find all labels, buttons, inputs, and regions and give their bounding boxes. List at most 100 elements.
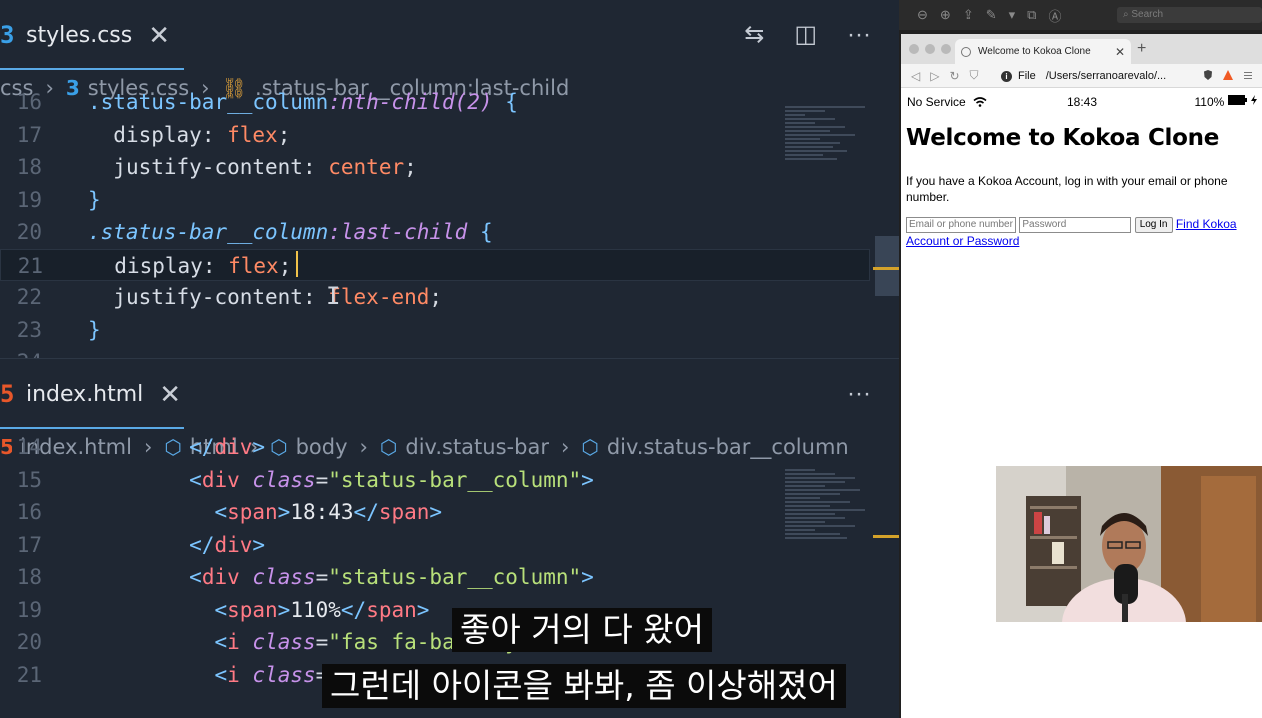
new-tab-button[interactable]: + — [1137, 40, 1146, 58]
line-number: 19 — [16, 597, 42, 622]
code-line[interactable]: 16 .status-bar__column:nth-child(2) { — [0, 86, 870, 118]
close-icon[interactable]: ✕ — [159, 379, 181, 410]
address-scheme: File — [1018, 70, 1036, 82]
code-text: <div class="status-bar__column"> — [189, 565, 594, 589]
maximize-window-button[interactable] — [941, 44, 951, 54]
bolt-icon — [1251, 95, 1257, 105]
code-line[interactable]: 22 justify-content: flex-end; — [0, 281, 870, 313]
code-line[interactable]: 24 — [0, 346, 870, 358]
ibeam-cursor-icon: I — [326, 282, 341, 310]
line-number: 23 — [16, 317, 42, 342]
code-line[interactable]: 21 display: flex; — [0, 248, 870, 281]
battery-label: 110% — [1194, 95, 1225, 109]
carrier-label: No Service — [907, 95, 966, 109]
presenter-video — [996, 466, 1262, 622]
line-number: 14 — [16, 435, 42, 459]
css-file-icon: 3 — [0, 21, 15, 49]
close-icon[interactable]: ✕ — [148, 20, 170, 51]
tab-index-html[interactable]: 5 index.html ✕ — [0, 359, 181, 429]
brave-rewards-icon[interactable] — [1222, 69, 1234, 81]
line-number: 16 — [16, 90, 42, 114]
zoom-out-icon[interactable]: ⊖ — [917, 7, 928, 23]
compare-changes-icon[interactable]: ⇆ — [744, 20, 764, 50]
zoom-in-icon[interactable]: ⊕ — [940, 7, 951, 23]
status-bar-column: 110% — [1194, 95, 1257, 109]
line-number: 19 — [16, 187, 42, 212]
line-number: 17 — [16, 122, 42, 147]
web-page: No Service 18:43 110% Welcome to Kokoa C… — [901, 88, 1262, 718]
close-icon[interactable]: ✕ — [1115, 45, 1125, 59]
share-icon[interactable]: ⇪ — [963, 7, 974, 23]
intro-text: If you have a Kokoa Account, log in with… — [906, 174, 1228, 204]
brave-shield-icon[interactable] — [1202, 69, 1214, 81]
code-text: .status-bar__column:nth-child(2) { — [88, 90, 518, 114]
tab-styles-css[interactable]: 3 styles.css ✕ — [0, 0, 170, 70]
code-line[interactable]: 16 <span>18:43</span> — [0, 496, 870, 528]
code-text: <div class="status-bar__column"> — [189, 467, 594, 492]
page-title: Welcome to Kokoa Clone — [906, 125, 1220, 151]
close-window-button[interactable] — [909, 44, 919, 54]
code-editor: 3 styles.css ✕ ⇆ ◫ ··· css › 3 styles.cs… — [0, 0, 899, 718]
code-line[interactable]: 17 display: flex; — [0, 119, 870, 151]
minimap[interactable] — [785, 467, 873, 541]
line-number: 17 — [16, 532, 42, 557]
address-input[interactable]: i File /Users/serranoarevalo/... — [1001, 67, 1181, 85]
info-icon[interactable]: i — [1001, 70, 1012, 82]
code-line[interactable]: 17 </div> — [0, 529, 870, 561]
chevron-down-icon[interactable]: ▾ — [1009, 7, 1016, 23]
code-text: .status-bar__column:last-child { — [88, 220, 493, 244]
code-text: } — [88, 187, 101, 212]
globe-icon — [961, 46, 971, 57]
subtitle-line-2: 그런데 아이콘을 봐봐, 좀 이상해졌어 — [322, 664, 846, 708]
webcam-overlay — [996, 466, 1262, 622]
code-line[interactable]: 14 </div> — [0, 431, 870, 463]
code-text: justify-content: flex-end; — [113, 285, 443, 309]
line-number: 16 — [16, 500, 42, 524]
pen-icon[interactable]: ✎ — [986, 7, 997, 23]
forward-icon[interactable]: ▷ — [930, 69, 939, 83]
search-placeholder: Search — [1131, 9, 1164, 20]
email-field[interactable]: Email or phone number — [906, 216, 1016, 233]
code-line[interactable]: 18 justify-content: center; — [0, 151, 870, 183]
markup-icon[interactable]: Ⓐ — [1048, 6, 1061, 25]
reload-icon[interactable]: ↻ — [949, 69, 959, 83]
minimize-window-button[interactable] — [925, 44, 935, 54]
more-actions-icon[interactable]: ··· — [847, 20, 871, 50]
more-actions-icon[interactable]: ··· — [847, 379, 871, 409]
preview-toolbar: ⊖ ⊕ ⇪ ✎ ▾ ⧉ Ⓐ ⌕ Search — [899, 0, 1262, 30]
status-bar-column: No Service — [907, 95, 987, 109]
code-line[interactable]: 19} — [0, 184, 870, 216]
search-input[interactable]: ⌕ Search — [1117, 7, 1262, 23]
scrollbar-thumb[interactable] — [875, 236, 899, 296]
css-tab-bar: 3 styles.css ✕ ⇆ ◫ ··· — [0, 0, 899, 70]
copy-icon[interactable]: ⧉ — [1027, 7, 1036, 23]
code-text: } — [88, 317, 101, 342]
code-line[interactable]: 20 .status-bar__column:last-child { — [0, 216, 870, 248]
code-line[interactable]: 19 <span>110%</span> — [0, 594, 870, 626]
line-number: 24 — [0, 346, 42, 358]
code-line[interactable]: 20 <i class="fas fa-battery-full"></i> — [0, 626, 870, 658]
login-button[interactable]: Log In — [1134, 216, 1173, 233]
status-bar: No Service 18:43 110% — [907, 95, 1257, 111]
css-editor-pane: 3 styles.css ✕ ⇆ ◫ ··· css › 3 styles.cs… — [0, 0, 899, 358]
line-number: 20 — [16, 220, 42, 244]
back-icon[interactable]: ◁ — [911, 69, 920, 83]
css-code-area[interactable]: 16 .status-bar__column:nth-child(2) { 17 d… — [0, 86, 899, 358]
code-line[interactable]: 18 <div class="status-bar__column"> — [0, 561, 870, 593]
text-cursor — [296, 251, 298, 277]
password-field[interactable]: Password — [1019, 216, 1132, 233]
code-line[interactable]: 23} — [0, 314, 870, 346]
menu-icon[interactable] — [1242, 69, 1254, 81]
scrollbar-cursor-marker — [873, 267, 899, 270]
line-number: 22 — [16, 285, 42, 309]
subtitle-line-1: 좋아 거의 다 왔어 — [452, 608, 712, 652]
browser-tab-title: Welcome to Kokoa Clone — [978, 46, 1091, 57]
minimap[interactable] — [785, 104, 873, 162]
code-text: display: flex; — [114, 253, 292, 278]
bookmark-icon[interactable]: ⛉ — [970, 68, 979, 83]
window-controls — [909, 44, 951, 54]
split-editor-icon[interactable]: ◫ — [794, 20, 817, 50]
code-text: justify-content: center; — [113, 155, 417, 179]
code-line[interactable]: 15 <div class="status-bar__column"> — [0, 464, 870, 496]
browser-tab[interactable]: Welcome to Kokoa Clone ✕ — [955, 39, 1131, 64]
